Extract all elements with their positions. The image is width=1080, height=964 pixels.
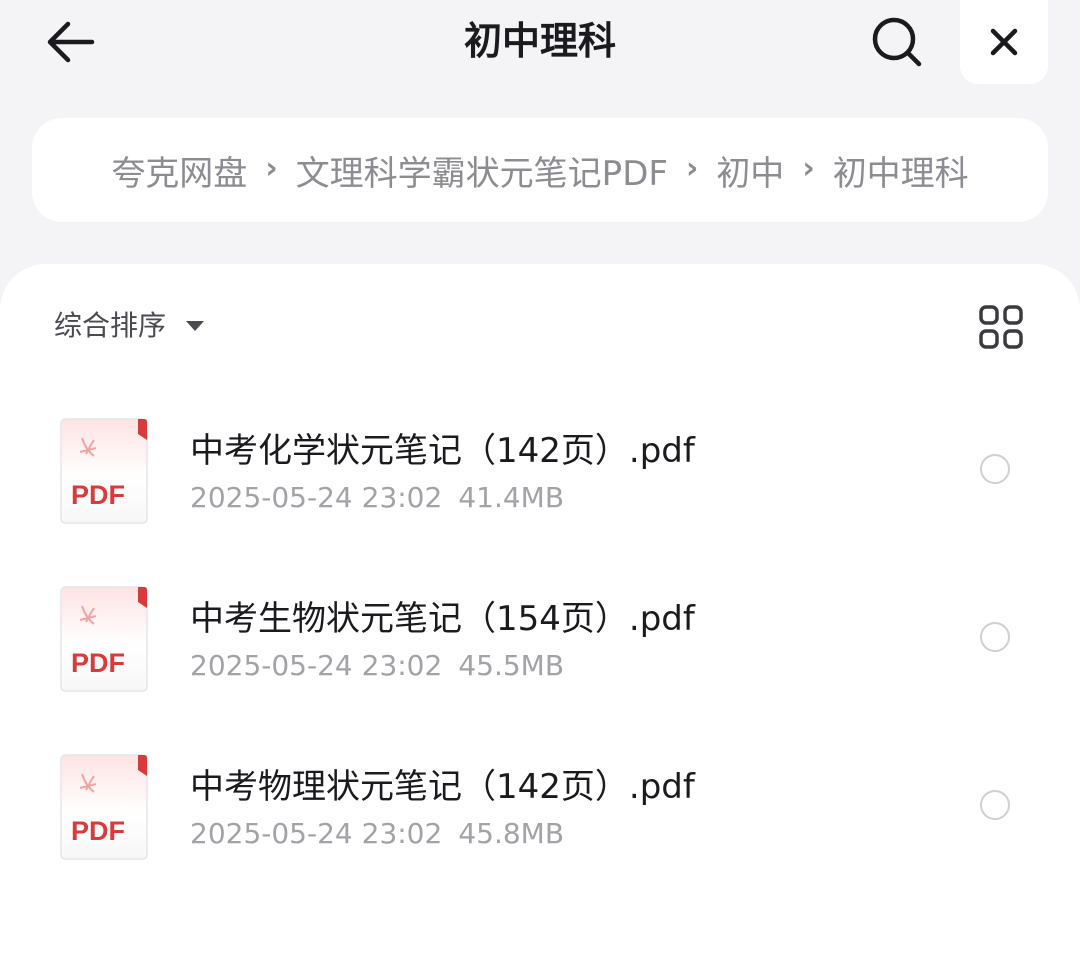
file-name: 中考化学状元笔记（142页）.pdf	[190, 431, 695, 471]
chevron-right-icon: ›	[265, 150, 278, 186]
file-meta: 2025-05-24 23:02 45.5MB	[190, 646, 564, 686]
search-icon	[872, 17, 922, 67]
file-date: 2025-05-24 23:02	[190, 817, 443, 850]
pdf-file-icon: PDF	[60, 418, 148, 524]
select-checkbox[interactable]	[980, 454, 1010, 484]
chevron-right-icon: ›	[685, 150, 699, 186]
file-size: 41.4MB	[458, 481, 565, 514]
file-name: 中考物理状元笔记（142页）.pdf	[190, 767, 695, 807]
close-button[interactable]	[960, 0, 1048, 84]
page-title: 初中理科	[463, 19, 616, 63]
search-button[interactable]	[866, 14, 928, 70]
pdf-type-label: PDF	[71, 480, 125, 510]
breadcrumb-item-folder[interactable]: 文理科学霸状元笔记PDF	[296, 146, 668, 195]
back-button[interactable]	[40, 14, 100, 70]
view-toggle-button[interactable]	[972, 298, 1030, 356]
file-size: 45.5MB	[458, 649, 565, 682]
arrow-left-icon	[47, 21, 95, 63]
top-bar: 初中理科	[0, 0, 1080, 90]
breadcrumb-item-current[interactable]: 初中理科	[833, 146, 969, 195]
file-size: 45.8MB	[458, 817, 565, 850]
pdf-file-icon: PDF	[60, 586, 148, 692]
file-date: 2025-05-24 23:02	[190, 649, 443, 682]
file-list-item[interactable]: PDF 中考物理状元笔记（142页）.pdf 2025-05-24 23:02 4…	[0, 754, 1080, 904]
pdf-type-label: PDF	[71, 816, 125, 846]
caret-down-icon	[186, 321, 205, 331]
sort-label: 综合排序	[54, 309, 167, 342]
file-list-item[interactable]: PDF 中考生物状元笔记（154页）.pdf 2025-05-24 23:02 4…	[0, 586, 1080, 736]
breadcrumb-item-root[interactable]: 夸克网盘	[111, 146, 247, 195]
file-meta: 2025-05-24 23:02 41.4MB	[190, 478, 564, 518]
file-date: 2025-05-24 23:02	[190, 481, 443, 514]
close-icon	[990, 28, 1018, 56]
file-name: 中考生物状元笔记（154页）.pdf	[190, 599, 695, 639]
breadcrumb: 夸克网盘 › 文理科学霸状元笔记PDF › 初中 › 初中理科	[32, 118, 1048, 222]
file-list-item[interactable]: PDF 中考化学状元笔记（142页）.pdf 2025-05-24 23:02 4…	[0, 418, 1080, 568]
file-meta: 2025-05-24 23:02 45.8MB	[190, 814, 564, 854]
pdf-file-icon: PDF	[60, 754, 148, 860]
select-checkbox[interactable]	[980, 622, 1010, 652]
grid-view-icon	[979, 305, 1023, 349]
pdf-type-label: PDF	[71, 648, 125, 678]
select-checkbox[interactable]	[980, 790, 1010, 820]
breadcrumb-item-subfolder[interactable]: 初中	[716, 146, 784, 195]
chevron-right-icon: ›	[802, 150, 815, 186]
sort-dropdown[interactable]: 综合排序	[54, 300, 205, 348]
